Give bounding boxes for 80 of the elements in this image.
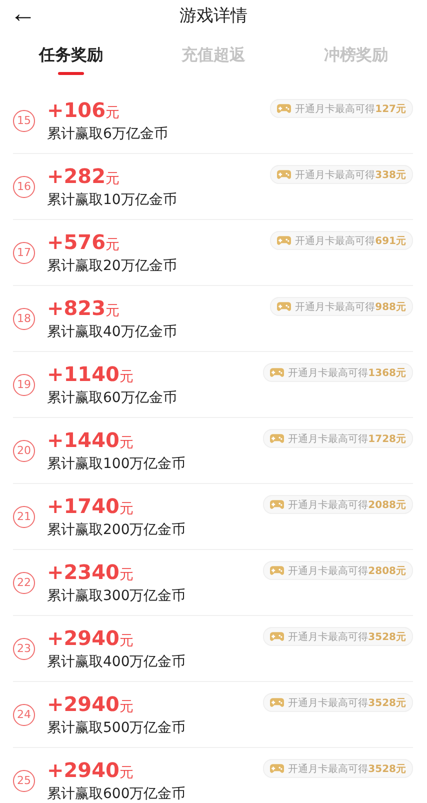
rank-number: 16 xyxy=(13,176,35,198)
gamepad-icon xyxy=(270,433,284,444)
task-description: 累计赢取200万亿金币 xyxy=(47,521,187,539)
gamepad-icon xyxy=(270,499,284,510)
task-description: 累计赢取600万亿金币 xyxy=(47,785,187,803)
gamepad-icon xyxy=(270,697,284,708)
currency-unit: 元 xyxy=(119,698,134,716)
gamepad-icon xyxy=(270,367,284,378)
bonus-amount: 3528元 xyxy=(368,762,406,776)
bonus-label: 开通月卡最高可得 xyxy=(288,498,368,512)
rank-number: 18 xyxy=(13,308,35,330)
bonus-amount: 3528元 xyxy=(368,696,406,710)
bonus-amount: 2808元 xyxy=(368,564,406,578)
rank-number: 20 xyxy=(13,440,35,462)
gamepad-icon xyxy=(277,301,292,312)
bonus-amount: 1728元 xyxy=(368,432,406,446)
bonus-amount: 691元 xyxy=(375,234,406,248)
currency-unit: 元 xyxy=(119,434,134,452)
bonus-label: 开通月卡最高可得 xyxy=(288,630,368,644)
rank-number: 15 xyxy=(13,110,35,132)
reward-amount: +2940 xyxy=(47,626,120,650)
reward-amount: +1440 xyxy=(47,428,120,452)
page-title: 游戏详情 xyxy=(180,4,248,26)
task-description: 累计赢取60万亿金币 xyxy=(47,389,178,407)
rank-number: 23 xyxy=(13,638,35,660)
bonus-label: 开通月卡最高可得 xyxy=(295,234,376,248)
task-description: 累计赢取500万亿金币 xyxy=(47,719,187,737)
bonus-amount: 2088元 xyxy=(368,498,406,512)
bonus-label: 开通月卡最高可得 xyxy=(288,564,368,578)
reward-amount: +1140 xyxy=(47,362,120,386)
bonus-amount: 127元 xyxy=(375,102,406,116)
bonus-label: 开通月卡最高可得 xyxy=(295,168,376,182)
bonus-amount: 3528元 xyxy=(368,630,406,644)
reward-amount: +576 xyxy=(47,230,106,254)
rank-number: 21 xyxy=(13,506,35,528)
reward-amount: +282 xyxy=(47,164,106,188)
reward-amount: +106 xyxy=(47,98,106,122)
currency-unit: 元 xyxy=(119,566,134,584)
tab[interactable]: 任务奖励 xyxy=(33,40,110,76)
bonus-label: 开通月卡最高可得 xyxy=(288,432,368,446)
currency-unit: 元 xyxy=(106,236,120,254)
task-description: 累计赢取6万亿金币 xyxy=(47,125,169,143)
reward-amount: +2940 xyxy=(47,758,120,782)
task-description: 累计赢取40万亿金币 xyxy=(47,323,178,341)
reward-amount: +2940 xyxy=(47,692,120,716)
currency-unit: 元 xyxy=(119,500,134,518)
task-description: 累计赢取300万亿金币 xyxy=(47,587,187,605)
reward-amount: +1740 xyxy=(47,494,120,518)
task-description: 累计赢取10万亿金币 xyxy=(47,191,178,209)
bonus-label: 开通月卡最高可得 xyxy=(288,696,368,710)
currency-unit: 元 xyxy=(106,302,120,320)
reward-amount: +2340 xyxy=(47,560,120,584)
rank-number: 25 xyxy=(13,770,35,792)
task-description: 累计赢取400万亿金币 xyxy=(47,653,187,671)
bonus-amount: 1368元 xyxy=(368,366,406,380)
bonus-label: 开通月卡最高可得 xyxy=(288,366,368,380)
bonus-label: 开通月卡最高可得 xyxy=(295,102,376,116)
task-description: 累计赢取20万亿金币 xyxy=(47,257,178,275)
rank-number: 19 xyxy=(13,374,35,396)
back-button[interactable]: ← xyxy=(6,0,40,26)
bonus-amount: 988元 xyxy=(375,300,406,314)
bonus-label: 开通月卡最高可得 xyxy=(295,300,376,314)
gamepad-icon xyxy=(270,565,284,576)
gamepad-icon xyxy=(277,103,292,114)
currency-unit: 元 xyxy=(106,170,120,188)
rank-number: 24 xyxy=(13,704,35,726)
currency-unit: 元 xyxy=(106,104,120,122)
gamepad-icon xyxy=(277,235,292,246)
task-description: 累计赢取100万亿金币 xyxy=(47,455,187,473)
bonus-amount: 338元 xyxy=(375,168,406,182)
reward-amount: +823 xyxy=(47,296,106,320)
currency-unit: 元 xyxy=(119,764,134,782)
bonus-label: 开通月卡最高可得 xyxy=(288,762,368,776)
rank-number: 17 xyxy=(13,242,35,264)
gamepad-icon xyxy=(270,763,284,774)
rank-number: 22 xyxy=(13,572,35,594)
gamepad-icon xyxy=(270,631,284,642)
gamepad-icon xyxy=(277,169,292,180)
currency-unit: 元 xyxy=(119,632,134,650)
currency-unit: 元 xyxy=(119,368,134,386)
